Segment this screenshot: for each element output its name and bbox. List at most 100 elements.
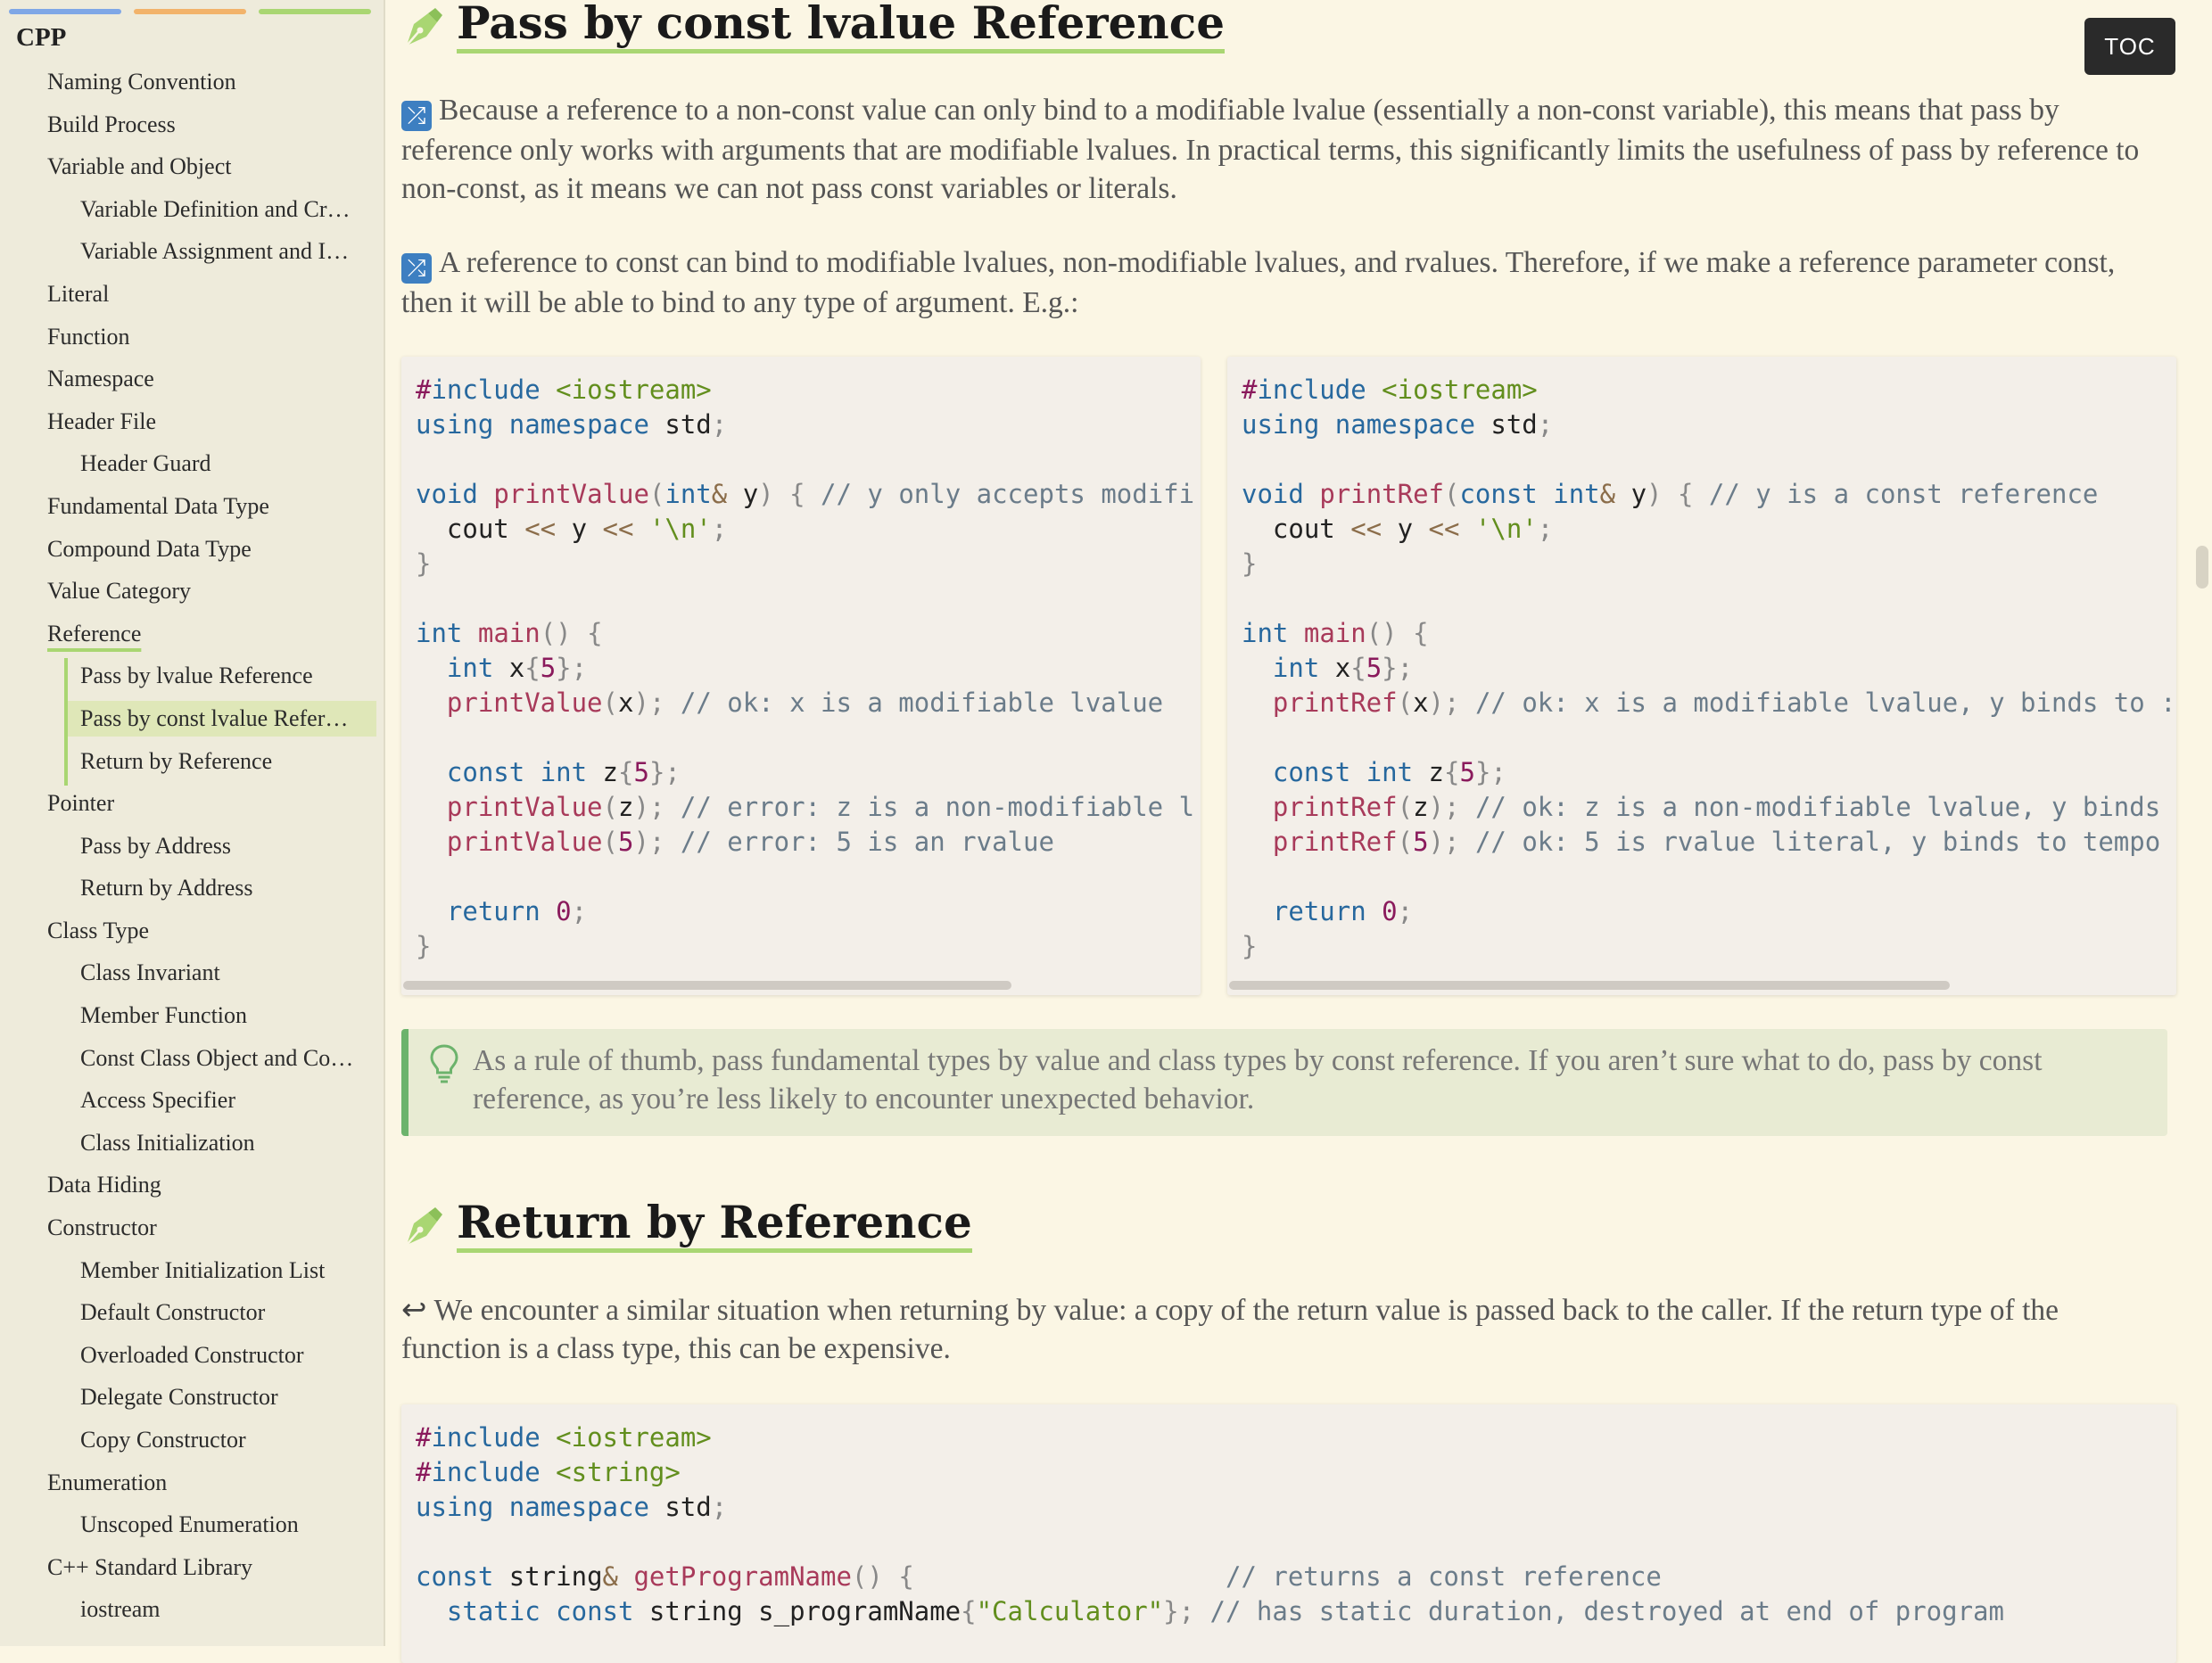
sidebar-item[interactable]: Compound Data Type — [0, 531, 384, 574]
code-content: #include <iostream> using namespace std;… — [416, 375, 1195, 961]
sidebar-item-label: Fundamental Data Type — [47, 492, 269, 519]
pen-nib-icon — [406, 1206, 442, 1246]
paragraph: ⤮ Because a reference to a non-const valu… — [401, 91, 2163, 208]
color-bar-green — [259, 9, 371, 14]
sidebar-item[interactable]: Constructor — [0, 1210, 384, 1253]
sidebar-item-label: Class Invariant — [80, 959, 220, 986]
sidebar-item-label: Pointer — [47, 790, 115, 817]
sidebar-item[interactable]: Literal — [0, 276, 384, 319]
code-content: #include <iostream> using namespace std;… — [1242, 375, 2176, 961]
tip-callout: As a rule of thumb, pass fundamental typ… — [401, 1029, 2167, 1136]
sidebar-item-label: Compound Data Type — [47, 535, 252, 562]
sidebar-item-label: Return by Reference — [80, 747, 273, 774]
sidebar-item[interactable]: Function — [0, 319, 384, 362]
sidebar-item-label: Pass by lvalue Reference — [80, 663, 313, 689]
code-content: #include <iostream> #include <string> us… — [416, 1422, 2004, 1626]
sidebar-item-label: Member Function — [80, 1002, 248, 1029]
sidebar-item[interactable]: Const Class Object and Co… — [0, 1041, 384, 1083]
sidebar-item-label: Const Class Object and Co… — [80, 1044, 354, 1071]
sidebar-item[interactable]: Enumeration — [0, 1465, 384, 1508]
sidebar-item-label: Namespace — [47, 366, 154, 392]
sidebar-item-label: Return by Address — [80, 875, 253, 901]
sidebar-item-label: Naming Convention — [47, 69, 236, 95]
lightbulb-icon — [430, 1044, 458, 1083]
sidebar-item[interactable]: Delegate Constructor — [0, 1379, 384, 1422]
sidebar-item[interactable]: Naming Convention — [0, 64, 384, 107]
shuffle-icon: ⤮ — [401, 101, 432, 131]
sidebar: CPP Naming Convention Build Process Variab… — [0, 0, 385, 1646]
sidebar-item[interactable]: Pointer — [0, 786, 384, 828]
sidebar-item[interactable]: Member Initialization List — [0, 1253, 384, 1296]
sidebar-title[interactable]: CPP — [16, 23, 66, 53]
return-arrow-icon: ↩ — [401, 1292, 427, 1328]
page-vertical-scrollbar[interactable] — [2196, 546, 2208, 589]
sidebar-item[interactable]: Pass by const lvalue Refer… — [64, 700, 384, 744]
sidebar-item[interactable]: Member Function — [0, 998, 384, 1041]
sidebar-item-label: Pass by const lvalue Refer… — [68, 700, 376, 737]
sidebar-item[interactable]: Return by Address — [0, 870, 384, 913]
sidebar-item-label: Header File — [47, 408, 157, 434]
sidebar-item-label: iostream — [80, 1596, 161, 1623]
sidebar-item-label: Variable and Object — [47, 153, 232, 180]
sidebar-item[interactable]: Reference — [0, 616, 384, 659]
sidebar-toc-list: Naming Convention Build Process Variable a… — [0, 64, 384, 1634]
sidebar-item-label: Unscoped Enumeration — [80, 1511, 299, 1538]
section-title: Return by Reference — [457, 1198, 972, 1253]
sidebar-item-label: Reference — [47, 620, 142, 646]
code-horizontal-scrollbar[interactable] — [403, 981, 1011, 990]
main-content: Pass by const lvalue Reference ⤮ Because … — [401, 0, 2176, 1663]
sidebar-item-label: Constructor — [47, 1214, 157, 1241]
sidebar-item[interactable]: Variable Assignment and I… — [0, 234, 384, 276]
sidebar-item[interactable]: Class Initialization — [0, 1125, 384, 1168]
sidebar-item-label: Literal — [47, 280, 110, 307]
sidebar-item-label: Pass by Address — [80, 832, 232, 859]
sidebar-item[interactable]: Access Specifier — [0, 1083, 384, 1125]
section-title: Pass by const lvalue Reference — [457, 0, 1226, 54]
sidebar-item[interactable]: Copy Constructor — [0, 1422, 384, 1465]
sidebar-item-label: Copy Constructor — [80, 1427, 246, 1453]
sidebar-item[interactable]: Overloaded Constructor — [0, 1338, 384, 1380]
toc-button[interactable]: TOC — [2084, 18, 2175, 75]
color-bar-blue — [9, 9, 121, 14]
sidebar-item-label: Class Initialization — [80, 1129, 255, 1156]
sidebar-item[interactable]: Build Process — [0, 107, 384, 150]
code-horizontal-scrollbar[interactable] — [1229, 981, 1950, 990]
sidebar-item-label: Data Hiding — [47, 1172, 161, 1198]
sidebar-item[interactable]: Default Constructor — [0, 1295, 384, 1338]
sidebar-item[interactable]: Class Type — [0, 913, 384, 956]
sidebar-item[interactable]: Header Guard — [0, 446, 384, 489]
sidebar-item-label: Access Specifier — [80, 1087, 235, 1114]
paragraph-text: We encounter a similar situation when re… — [401, 1294, 2059, 1365]
sidebar-item[interactable]: Fundamental Data Type — [0, 489, 384, 531]
sidebar-item-label: C++ Standard Library — [47, 1553, 253, 1580]
paragraph: ↩ We encounter a similar situation when r… — [401, 1291, 2163, 1368]
sidebar-item[interactable]: Namespace — [0, 361, 384, 404]
code-block-left: #include <iostream> using namespace std;… — [401, 357, 1201, 995]
sidebar-item[interactable]: Pass by Address — [0, 828, 384, 871]
paragraph-text: A reference to const can bind to modifia… — [401, 246, 2116, 319]
theme-color-bars — [9, 9, 371, 14]
sidebar-item[interactable]: Class Invariant — [0, 955, 384, 998]
sidebar-item[interactable]: Variable Definition and Cr… — [0, 192, 384, 235]
sidebar-item[interactable]: Unscoped Enumeration — [0, 1507, 384, 1550]
pen-nib-icon — [406, 7, 442, 46]
sidebar-item[interactable]: C++ Standard Library — [0, 1550, 384, 1593]
sidebar-item-label: Header Guard — [80, 450, 211, 477]
sidebar-item[interactable]: Value Category — [0, 573, 384, 616]
sidebar-item-label: Delegate Constructor — [80, 1384, 278, 1411]
sidebar-item-label: Default Constructor — [80, 1299, 266, 1326]
sidebar-item[interactable]: Variable and Object — [0, 149, 384, 192]
sidebar-item-label: Overloaded Constructor — [80, 1341, 304, 1368]
code-block-return: #include <iostream> #include <string> us… — [401, 1404, 2176, 1663]
sidebar-item[interactable]: Return by Reference — [64, 743, 384, 786]
sidebar-item[interactable]: iostream — [0, 1592, 384, 1634]
sidebar-item-label: Variable Assignment and I… — [80, 238, 350, 265]
sidebar-item[interactable]: Header File — [0, 404, 384, 447]
sidebar-item-label: Member Initialization List — [80, 1256, 326, 1283]
paragraph: ⤮ A reference to const can bind to modifi… — [401, 243, 2163, 322]
sidebar-item[interactable]: Pass by lvalue Reference — [64, 658, 384, 701]
sidebar-item-label: Function — [47, 323, 130, 350]
sidebar-item-label: Build Process — [47, 111, 176, 137]
paragraph-text: Because a reference to a non-const value… — [401, 94, 2140, 205]
sidebar-item[interactable]: Data Hiding — [0, 1167, 384, 1210]
